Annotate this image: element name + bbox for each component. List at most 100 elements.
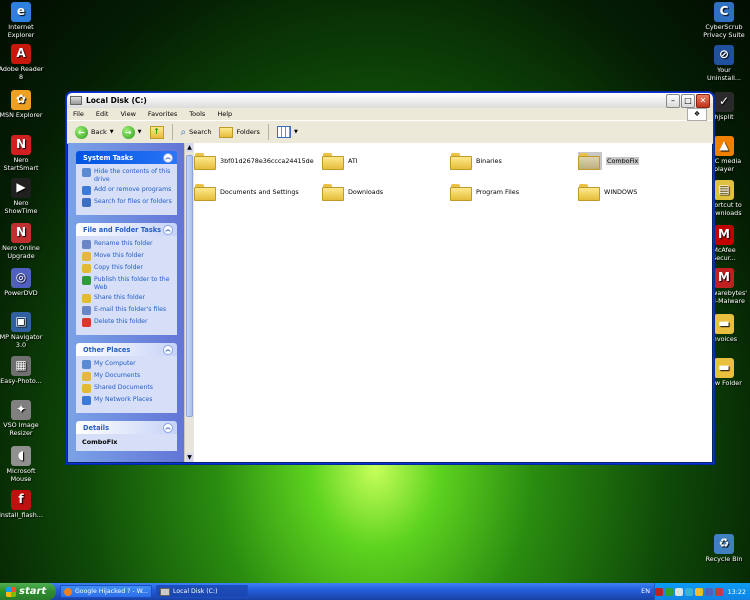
menu-edit[interactable]: Edit: [96, 110, 109, 118]
folder-item[interactable]: Program Files: [450, 183, 519, 201]
collapse-chevron-icon[interactable]: ︽: [163, 344, 173, 355]
panel-title: Other Places: [83, 345, 131, 354]
folders-button[interactable]: Folders: [217, 126, 261, 138]
task-link[interactable]: Publish this folder to the Web: [82, 276, 173, 291]
shield-tray-icon[interactable]: [694, 587, 703, 596]
close-button[interactable]: ✕: [696, 94, 710, 108]
desktop-shortcut[interactable]: ▦ Easy-Photo...: [0, 356, 45, 386]
mouse-icon: ◖: [11, 446, 31, 466]
title-bar[interactable]: Local Disk (C:) – □ ✕: [67, 93, 713, 108]
folder-item[interactable]: WINDOWS: [578, 183, 637, 201]
task-link[interactable]: My Computer: [82, 360, 173, 369]
desktop-shortcut[interactable]: N Nero Online Upgrade: [0, 223, 45, 260]
search-button[interactable]: ⌕ Search: [179, 127, 214, 138]
desktop-shortcut[interactable]: ◎ PowerDVD: [0, 268, 45, 298]
folder-icon: [322, 152, 344, 170]
scroll-down-arrow[interactable]: ▼: [186, 453, 193, 462]
folder-item[interactable]: ATI: [322, 152, 358, 170]
scroll-up-arrow[interactable]: ▲: [186, 143, 193, 152]
collapse-chevron-icon[interactable]: ︽: [163, 422, 173, 433]
desktop-shortcut[interactable]: ⊘ Your Uninstall...: [700, 45, 748, 82]
views-grid-icon: [276, 126, 291, 138]
task-label: My Documents: [94, 372, 141, 379]
desktop-shortcut-label: Nero StartSmart: [3, 156, 39, 172]
folder-icon: [194, 183, 216, 201]
start-label: start: [19, 586, 47, 597]
task-label: Hide the contents of this drive: [94, 168, 171, 183]
up-button[interactable]: ↑: [148, 125, 166, 139]
task-link[interactable]: Add or remove programs: [82, 186, 173, 195]
task-link[interactable]: Rename this folder: [82, 240, 173, 249]
messenger-tray-icon[interactable]: [684, 587, 693, 596]
task-link[interactable]: My Documents: [82, 372, 173, 381]
folder-item[interactable]: Documents and Settings: [194, 183, 299, 201]
task-link[interactable]: Hide the contents of this drive: [82, 168, 173, 183]
task-link[interactable]: E-mail this folder's files: [82, 306, 173, 315]
maximize-button[interactable]: □: [681, 94, 695, 108]
panel-header[interactable]: Other Places ︽: [76, 343, 177, 356]
folder-item[interactable]: Binaries: [450, 152, 502, 170]
panel-header[interactable]: Details ︽: [76, 421, 177, 434]
menu-help[interactable]: Help: [217, 110, 232, 118]
volume-tray-icon[interactable]: [704, 587, 713, 596]
language-indicator[interactable]: EN: [641, 587, 650, 595]
task-link[interactable]: Copy this folder: [82, 264, 173, 273]
copy-icon: [82, 264, 91, 273]
menu-tools[interactable]: Tools: [189, 110, 205, 118]
panel-header[interactable]: System Tasks ︽: [76, 151, 177, 164]
play-tray-icon[interactable]: [664, 587, 673, 596]
collapse-chevron-icon[interactable]: ︽: [163, 152, 173, 163]
taskbar-item-firefox[interactable]: Google Hijacked ? - W...: [60, 585, 152, 598]
desktop-shortcut[interactable]: N Nero StartSmart: [0, 135, 45, 172]
views-button[interactable]: ▼: [275, 126, 300, 138]
folder-item[interactable]: 3bf01d2678e36ccca24415de: [194, 152, 314, 170]
search-magnifier-icon: ⌕: [180, 126, 187, 138]
back-button[interactable]: ← Back ▼: [73, 125, 116, 139]
security-tray-icon[interactable]: [714, 587, 723, 596]
menu-favorites[interactable]: Favorites: [148, 110, 177, 118]
desktop-shortcut[interactable]: ▶ Nero ShowTime: [0, 178, 45, 215]
scroll-thumb[interactable]: [186, 155, 193, 417]
desktop-shortcut[interactable]: e Internet Explorer: [0, 2, 45, 39]
folder-icon: ▬: [714, 358, 734, 378]
taskbar-item-local-disk[interactable]: Local Disk (C:): [156, 585, 248, 598]
network-tray-icon[interactable]: [674, 587, 683, 596]
clock[interactable]: 13:22: [728, 588, 746, 596]
task-link[interactable]: Share this folder: [82, 294, 173, 303]
minimize-button[interactable]: –: [666, 94, 680, 108]
taskbar: start Google Hijacked ? - W... Local Dis…: [0, 583, 750, 600]
desktop-shortcut[interactable]: f install_flash...: [0, 490, 45, 520]
desktop-shortcut[interactable]: ◖ Microsoft Mouse: [0, 446, 45, 483]
mcafee-tray-icon[interactable]: [655, 587, 663, 596]
task-link[interactable]: Shared Documents: [82, 384, 173, 393]
task-link[interactable]: Search for files or folders: [82, 198, 173, 207]
forward-button[interactable]: → ▼: [120, 125, 144, 139]
folder-name: ATI: [348, 157, 358, 165]
menu-file[interactable]: File: [73, 110, 84, 118]
desktop-shortcut[interactable]: ✦ VSO Image Resizer: [0, 400, 45, 437]
task-link[interactable]: Delete this folder: [82, 318, 173, 327]
adobe-reader-icon: A: [11, 44, 31, 64]
desktop-shortcut-label: Easy-Photo...: [0, 377, 42, 385]
desktop-shortcut[interactable]: ▣ MP Navigator 3.0: [0, 312, 45, 349]
desktop-shortcut[interactable]: ✿ MSN Explorer: [0, 90, 45, 120]
task-label: Share this folder: [94, 294, 146, 301]
desktop-shortcut[interactable]: C CyberScrub Privacy Suite: [700, 2, 748, 39]
panel-body: Rename this folder Move this folder Copy t…: [76, 236, 177, 335]
windows-logo-icon: ❖: [687, 108, 707, 121]
desktop-shortcut-label: Adobe Reader 8: [0, 65, 44, 81]
task-link[interactable]: Move this folder: [82, 252, 173, 261]
folder-item[interactable]: Downloads: [322, 183, 383, 201]
desktop-shortcut[interactable]: ♻ Recycle Bin: [700, 534, 748, 564]
folder-item[interactable]: ComboFix: [578, 152, 640, 170]
menu-view[interactable]: View: [120, 110, 135, 118]
email-icon: [82, 306, 91, 315]
task-pane-scrollbar[interactable]: ▲ ▼: [184, 143, 194, 462]
start-button[interactable]: start: [0, 583, 56, 600]
panel-header[interactable]: File and Folder Tasks ︽: [76, 223, 177, 236]
task-link[interactable]: My Network Places: [82, 396, 173, 405]
desktop-shortcut[interactable]: A Adobe Reader 8: [0, 44, 45, 81]
window-content: System Tasks ︽ Hide the contents of this d…: [68, 143, 712, 462]
collapse-chevron-icon[interactable]: ︽: [163, 224, 173, 235]
toolbar-separator: [267, 124, 269, 140]
